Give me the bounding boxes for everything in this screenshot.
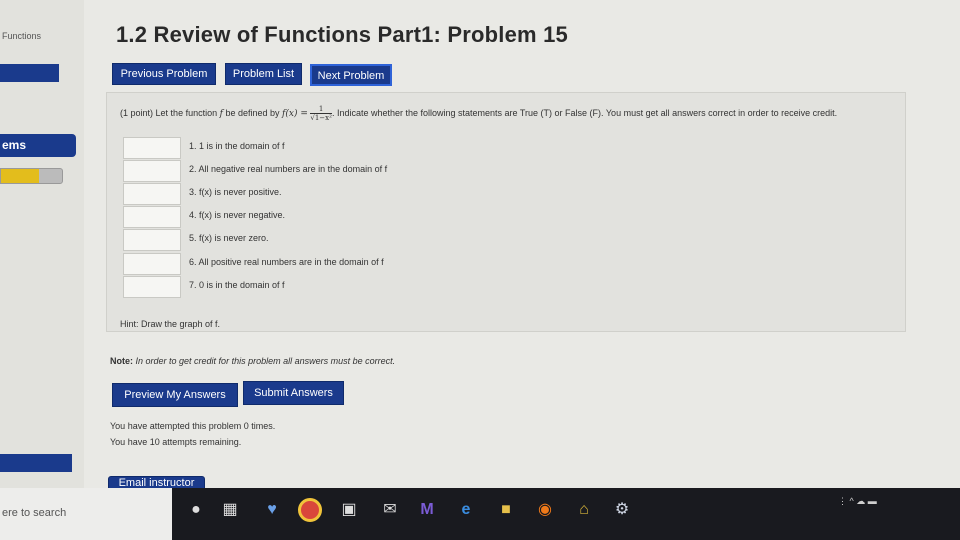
search-placeholder: ere to search: [2, 507, 67, 519]
taskbar-search-box[interactable]: ere to search: [0, 488, 172, 540]
sidebar-nav-bar-top[interactable]: [0, 64, 59, 82]
microphone-icon[interactable]: ●: [186, 500, 206, 520]
statement-row: 7. 0 is in the domain of f: [123, 276, 823, 298]
statement-label-1: 1. 1 is in the domain of f: [189, 141, 285, 151]
answer-field-2[interactable]: [123, 160, 181, 182]
hint-text: Hint: Draw the graph of f.: [120, 319, 221, 329]
attempts-remaining: You have 10 attempts remaining.: [110, 437, 242, 447]
statement-row: 4. f(x) is never negative.: [123, 206, 823, 228]
note-body: In order to get credit for this problem …: [135, 356, 396, 366]
statement-label-6: 6. All positive real numbers are in the …: [189, 257, 384, 267]
statement-label-7: 7. 0 is in the domain of f: [189, 280, 285, 290]
people-icon[interactable]: ♥: [262, 500, 282, 520]
answer-field-1[interactable]: [123, 137, 181, 159]
attempts-info: You have attempted this problem 0 times.…: [110, 418, 275, 450]
sidebar-nav-bar-bottom[interactable]: [0, 454, 72, 472]
origin-icon[interactable]: ◉: [535, 500, 555, 520]
answer-field-6[interactable]: [123, 253, 181, 275]
file-explorer-icon[interactable]: ■: [496, 500, 516, 520]
statement-label-5: 5. f(x) is never zero.: [189, 233, 269, 243]
function-fraction: 1 √1−x²: [310, 105, 332, 122]
system-tray[interactable]: ⋮ ^ ☁ ▬: [838, 496, 877, 507]
next-problem-button[interactable]: Next Problem: [310, 64, 392, 86]
function-name: f: [219, 109, 223, 119]
mail-icon[interactable]: ✉: [380, 500, 400, 520]
statement-row: 3. f(x) is never positive.: [123, 183, 823, 205]
statement-label-4: 4. f(x) is never negative.: [189, 210, 286, 220]
submit-answers-button[interactable]: Submit Answers: [243, 381, 344, 405]
note-label: Note:: [110, 356, 133, 366]
main-content: 1.2 Review of Functions Part1: Problem 1…: [84, 0, 960, 490]
function-expression: f(x) =: [282, 109, 308, 119]
intro-text-c: . Indicate whether the following stateme…: [331, 108, 838, 118]
sidebar-items-link[interactable]: ems: [0, 134, 76, 157]
edge-icon[interactable]: e: [456, 500, 476, 520]
fraction-numerator: 1: [310, 105, 332, 115]
answer-field-3[interactable]: [123, 183, 181, 205]
maple-icon[interactable]: M: [417, 500, 437, 520]
task-view-icon[interactable]: ▦: [220, 500, 240, 520]
fraction-denominator: √1−x²: [310, 114, 332, 123]
left-sidebar: Functions ems: [0, 0, 84, 488]
attempts-used: You have attempted this problem 0 times.: [110, 421, 276, 431]
progress-fill: [1, 169, 40, 183]
statement-row: 2. All negative real numbers are in the …: [123, 160, 823, 182]
progress-bar: [0, 168, 63, 184]
statement-row: 5. f(x) is never zero.: [123, 229, 823, 251]
problem-statement: (1 point) Let the function f be defined …: [120, 103, 900, 125]
intro-text-b: be defined by: [225, 108, 280, 118]
answer-field-5[interactable]: [123, 229, 181, 251]
windows-taskbar: ere to search ● ▦ ♥ ▣ ✉ M e ■ ◉ ⌂ ⚙ ⋮ ^ …: [0, 488, 960, 540]
statement-label-2: 2. All negative real numbers are in the …: [189, 164, 388, 174]
chrome-icon[interactable]: [298, 498, 322, 522]
problem-list-button[interactable]: Problem List: [225, 63, 302, 85]
problem-panel: (1 point) Let the function f be defined …: [106, 92, 906, 332]
answer-field-7[interactable]: [123, 276, 181, 298]
note-text: Note: In order to get credit for this pr…: [110, 356, 395, 366]
points-label: (1 point): [120, 108, 154, 118]
statement-label-3: 3. f(x) is never positive.: [189, 187, 282, 197]
page-title: 1.2 Review of Functions Part1: Problem 1…: [116, 22, 568, 47]
previous-problem-button[interactable]: Previous Problem: [112, 63, 216, 85]
steam-icon[interactable]: ⚙: [612, 500, 632, 520]
preview-answers-button[interactable]: Preview My Answers: [112, 383, 238, 407]
statement-row: 1. 1 is in the domain of f: [123, 137, 823, 159]
statement-row: 6. All positive real numbers are in the …: [123, 253, 823, 275]
answer-field-4[interactable]: [123, 206, 181, 228]
home-icon[interactable]: ⌂: [574, 500, 594, 520]
course-title[interactable]: Functions: [2, 31, 41, 41]
store-icon[interactable]: ▣: [339, 500, 359, 520]
intro-text-a: Let the function: [155, 108, 218, 118]
